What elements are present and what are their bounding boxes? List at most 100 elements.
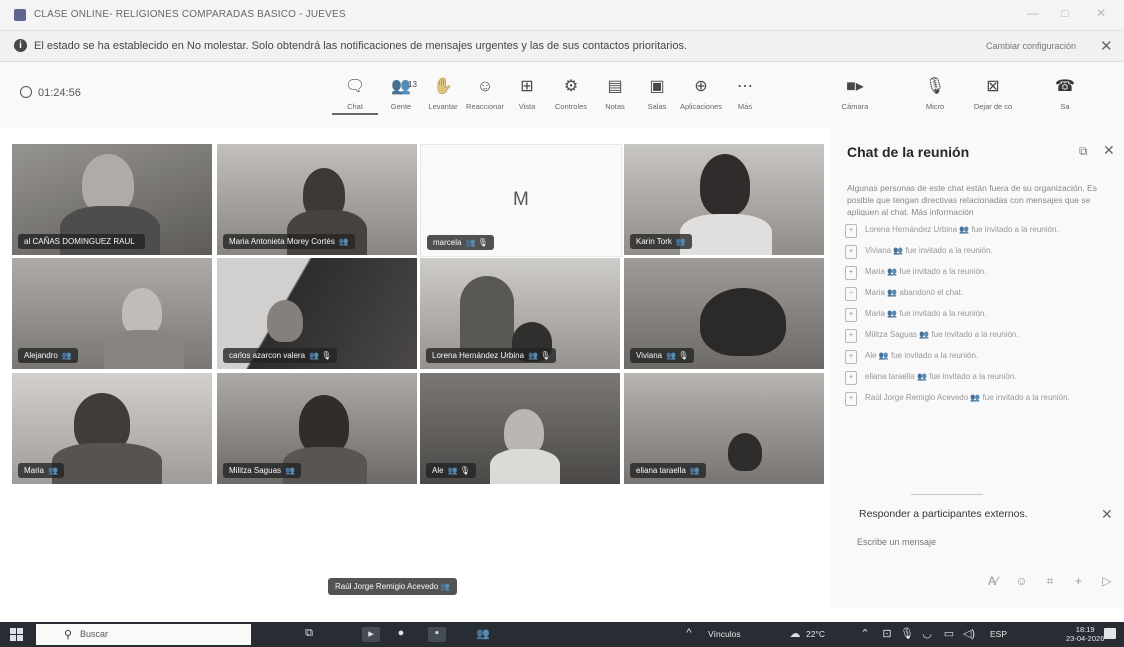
video-tile[interactable]: M marcela 👥 🎙 (420, 144, 622, 257)
close-window-icon[interactable]: ✕ (1090, 6, 1112, 20)
system-message: + Lorena Hernández Urbina 👥 fue invitado … (841, 224, 1116, 238)
view-button[interactable]: ⊞ Vista (504, 76, 550, 111)
browser-icon[interactable]: ● (392, 627, 410, 642)
raise-hand-button[interactable]: ✋ Levantar (420, 76, 466, 111)
person-add-icon: + (845, 308, 857, 322)
minimize-icon[interactable]: — (1022, 6, 1044, 20)
video-tile[interactable]: carlos azarcon valera 👥 🎙 (217, 258, 417, 369)
compose-message-input[interactable] (855, 536, 1099, 548)
weather-temp[interactable]: 22°C (806, 629, 825, 639)
chat-messages: + Lorena Hernández Urbina 👥 fue invitado … (841, 224, 1116, 413)
rooms-label: Salas (647, 102, 667, 111)
system-message: + Maria 👥 fue invitado a la reunión. (841, 308, 1116, 322)
external-warning: Algunas personas de este chat están fuer… (847, 183, 1097, 217)
people-icon: 👥 (391, 78, 411, 95)
participant-name-tag: eliana taraella 👥 (630, 463, 706, 478)
participant-name-tag: Viviana 👥 🎙 (630, 348, 695, 363)
format-icon[interactable]: A⁄ (981, 574, 1005, 588)
participant-body (490, 449, 560, 484)
video-tile[interactable]: Alejandro 👥 (12, 258, 212, 369)
teams-taskbar-icon[interactable]: 👥 (474, 627, 492, 642)
more-label: Más (737, 102, 753, 111)
task-view-icon[interactable]: ⧉ (300, 627, 318, 642)
controls-button[interactable]: ⚙ Controles (548, 76, 594, 111)
system-message: + eliana taraella 👥 fue invitado a la reu… (841, 371, 1116, 385)
notes-button[interactable]: ▤ Notas (592, 76, 638, 111)
react-button[interactable]: ☺ Reaccionar (462, 76, 508, 111)
participant-name-tag: al CAÑAS DOMINGUEZ RAUL (18, 234, 145, 249)
participant-name-tag: carlos azarcon valera 👥 🎙 (223, 348, 338, 363)
divider (911, 494, 983, 495)
person-add-icon: + (845, 266, 857, 280)
people-count: 13 (408, 80, 417, 89)
people-button[interactable]: 👥 13 Gente (378, 76, 424, 111)
arch-decoration (460, 276, 514, 356)
pop-out-icon[interactable]: ⧉ (1079, 144, 1088, 159)
view-icon: ⊞ (520, 78, 534, 95)
mic-button[interactable]: 🎙 Micro (912, 76, 958, 111)
close-chat-icon[interactable]: ✕ (1103, 142, 1115, 159)
rooms-icon: ▣ (649, 78, 665, 95)
person-add-icon: + (845, 245, 857, 259)
mic-tray-icon[interactable]: 🎙 (898, 627, 916, 642)
emoji-icon[interactable]: ☺ (1009, 574, 1033, 588)
windows-start-icon[interactable] (10, 628, 23, 641)
chat-button[interactable]: 🗨 Chat (332, 76, 378, 115)
change-settings-link[interactable]: Cambiar configuración (986, 41, 1076, 51)
network-icon[interactable]: ⊡ (878, 627, 896, 642)
video-tile[interactable]: al CAÑAS DOMINGUEZ RAUL (12, 144, 212, 255)
taskbar-search[interactable]: ⚲ Buscar (36, 624, 251, 645)
notification-message: El estado se ha establecido en No molest… (34, 40, 688, 52)
links-toolbar[interactable]: Vínculos (708, 629, 741, 639)
language-indicator[interactable]: ESP (990, 629, 1007, 639)
video-tile[interactable]: Lorena Hernández Urbina 👥 🎙 (420, 258, 620, 369)
tray-chevron-icon[interactable]: ⌃ (856, 627, 874, 642)
participant-body (104, 330, 184, 369)
participant-head (122, 288, 162, 336)
rooms-button[interactable]: ▣ Salas (634, 76, 680, 111)
display-icon[interactable]: ▭ (940, 627, 958, 642)
close-reply-icon[interactable]: ✕ (1101, 506, 1113, 523)
volume-icon[interactable]: ◁) (960, 627, 978, 642)
video-tile[interactable]: Viviana 👥 🎙 (624, 258, 824, 369)
camera-button[interactable]: ■▸ Cámara (832, 76, 878, 111)
wifi-icon[interactable]: ◡ (918, 627, 936, 642)
app-icon[interactable]: ▪ (428, 627, 446, 642)
clock-time: 18:19 (1075, 625, 1095, 634)
compose-toolbar: A⁄ ☺ ⌗ + ▷ (981, 572, 1119, 590)
chat-label: Chat (332, 102, 378, 115)
video-tile[interactable]: Maria 👥 (12, 373, 212, 484)
participant-body (52, 443, 162, 484)
overflow-icon[interactable]: ^ (680, 627, 698, 642)
video-tile[interactable]: Militza Saguas 👥 (217, 373, 417, 484)
video-tile[interactable]: Maria Antonieta Morey Cortés 👥 (217, 144, 417, 255)
video-tile[interactable]: Karin Tork 👥 (624, 144, 824, 255)
share-label: Dejar de co (973, 102, 1013, 111)
maximize-icon[interactable]: □ (1054, 6, 1076, 20)
person-leave-icon: − (845, 287, 857, 301)
send-icon[interactable]: ▷ (1095, 574, 1119, 588)
more-button[interactable]: ⋯ Más (722, 76, 768, 111)
meeting-toolbar: 01:24:56 🗨 Chat 👥 13 Gente ✋ Levantar ☺ … (0, 62, 1124, 128)
close-notification-icon[interactable]: ✕ (1100, 37, 1113, 55)
participant-head (267, 300, 303, 342)
leave-button[interactable]: ☎ Sa (1042, 76, 1088, 111)
clock-date: 23-04-2026 (1066, 634, 1105, 643)
apps-button[interactable]: ⊕ Aplicaciones (678, 76, 724, 111)
weather-icon: ☁ (789, 628, 801, 640)
participant-name-tag: Karin Tork 👥 (630, 234, 692, 249)
taskbar-clock[interactable]: 18:19 23-04-2026 (1066, 625, 1104, 643)
add-icon[interactable]: + (1066, 574, 1090, 588)
floating-participant-name[interactable]: Raúl Jorge Remigio Acevedo 👥 (328, 578, 458, 595)
system-message: − Maria 👥 abandonó el chat. (841, 287, 1116, 301)
chat-icon: 🗨 (344, 78, 366, 95)
apps-icon: ⊕ (694, 78, 708, 95)
video-tile[interactable]: Ale 👥 🎙 (420, 373, 620, 484)
notification-center-icon[interactable] (1104, 628, 1116, 639)
stop-sharing-button[interactable]: ⊠ Dejar de co (970, 76, 1016, 111)
share-icon: ⊠ (986, 78, 1000, 95)
attach-icon[interactable]: ⌗ (1038, 574, 1062, 589)
media-player-icon[interactable]: ▸ (362, 627, 380, 642)
video-tile[interactable]: eliana taraella 👥 (624, 373, 824, 484)
search-icon: ⚲ (64, 629, 73, 641)
